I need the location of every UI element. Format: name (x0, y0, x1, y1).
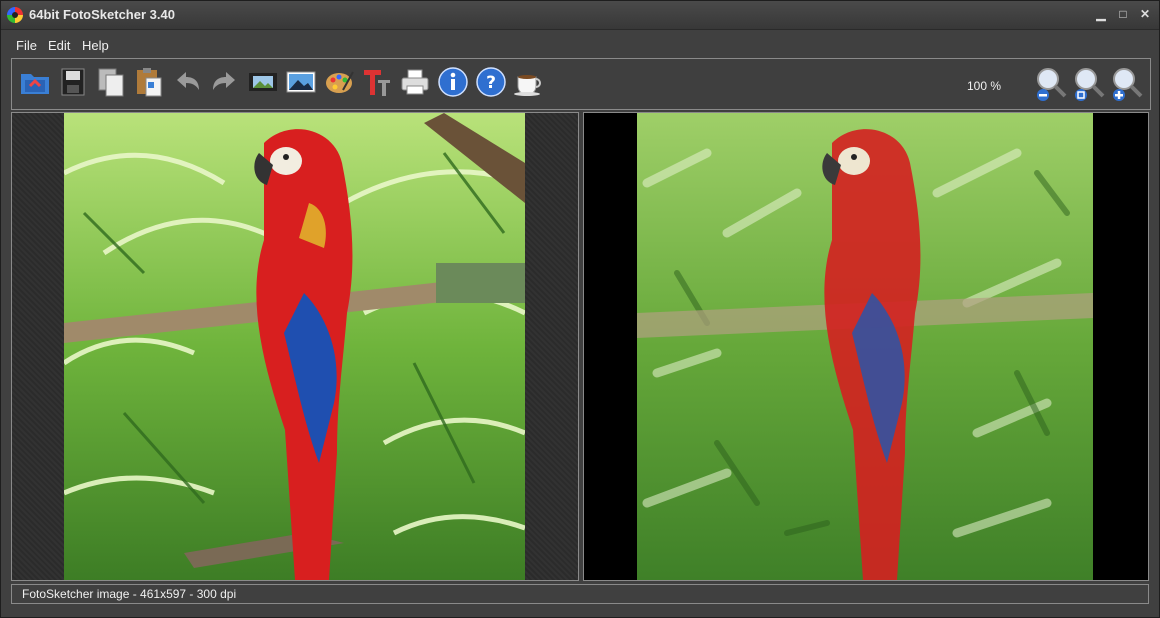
zoom-out-icon[interactable] (1032, 64, 1068, 104)
menu-bar: File Edit Help (1, 30, 1159, 56)
sketched-parrot-image (637, 113, 1093, 580)
help-icon[interactable]: ? (473, 64, 509, 104)
printer-icon[interactable] (397, 64, 433, 104)
title-bar[interactable]: 64bit FotoSketcher 3.40 ▁ □ ✕ (1, 1, 1159, 30)
original-image-pane[interactable] (11, 112, 579, 581)
window-title: 64bit FotoSketcher 3.40 (29, 7, 175, 22)
status-bar: FotoSketcher image - 461x597 - 300 dpi (11, 584, 1149, 604)
paste-icon[interactable] (131, 64, 167, 104)
zoom-in-icon[interactable] (1108, 64, 1144, 104)
svg-text:?: ? (486, 73, 496, 93)
filmstrip-icon[interactable] (245, 64, 281, 104)
info-icon[interactable] (435, 64, 471, 104)
zoom-fit-icon[interactable] (1070, 64, 1106, 104)
app-logo-icon (7, 7, 23, 23)
undo-icon[interactable] (169, 64, 205, 104)
app-window: 64bit FotoSketcher 3.40 ▁ □ ✕ File Edit … (0, 0, 1160, 618)
open-folder-icon[interactable] (17, 64, 53, 104)
redo-icon[interactable] (207, 64, 243, 104)
sketch-result-pane[interactable] (583, 112, 1149, 581)
zoom-level-label: 100 % (967, 79, 1002, 93)
palette-icon[interactable] (321, 64, 357, 104)
maximize-button[interactable]: □ (1115, 7, 1131, 21)
toolbar: ? 100 % (11, 58, 1151, 110)
close-button[interactable]: ✕ (1137, 7, 1153, 21)
original-parrot-image (64, 113, 525, 580)
menu-edit[interactable]: Edit (48, 38, 70, 53)
save-disk-icon[interactable] (55, 64, 91, 104)
menu-file[interactable]: File (16, 38, 37, 53)
status-image-info: FotoSketcher image - 461x597 - 300 dpi (22, 587, 237, 601)
minimize-button[interactable]: ▁ (1093, 7, 1109, 21)
copy-icon[interactable] (93, 64, 129, 104)
landscape-image-icon[interactable] (283, 64, 319, 104)
coffee-cup-icon[interactable] (511, 64, 547, 104)
menu-help[interactable]: Help (82, 38, 109, 53)
text-tool-icon[interactable] (359, 64, 395, 104)
